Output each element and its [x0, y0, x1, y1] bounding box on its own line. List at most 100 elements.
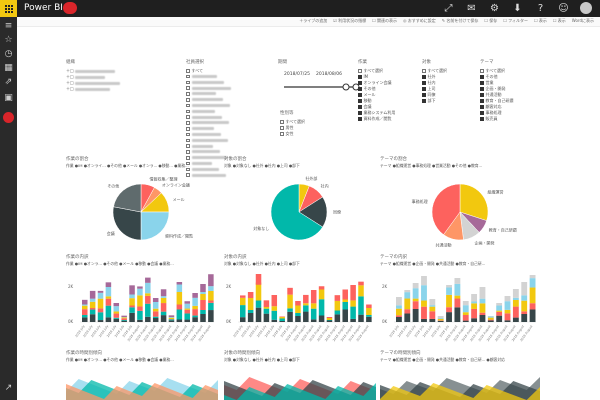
apps-icon[interactable]: ▦: [3, 63, 14, 74]
slicer-item[interactable]: ＋□: [66, 86, 176, 92]
slicer-item[interactable]: 資料作成／閲覧: [358, 116, 428, 122]
message-icon[interactable]: ✉: [465, 2, 478, 15]
bar-segment: [429, 299, 436, 306]
checkbox[interactable]: [480, 99, 484, 103]
checkbox[interactable]: [422, 75, 426, 79]
bar-segment: [521, 311, 528, 314]
bar-segment: [176, 309, 183, 320]
bar-segment: [176, 304, 183, 310]
workspace-icon[interactable]: ▣: [3, 93, 14, 104]
checkbox[interactable]: [358, 93, 362, 97]
action-item[interactable]: ＋ライブの追加: [299, 18, 327, 24]
checkbox[interactable]: [186, 98, 190, 102]
slicer-item[interactable]: 部下: [422, 98, 477, 104]
checkbox[interactable]: [280, 132, 284, 136]
work-bar-visual[interactable]: 作業の内訳 作業 ●IM ●オンラ... ●その他 ●メール ●移動 ●会議 ●…: [66, 255, 218, 355]
checkbox[interactable]: [358, 69, 362, 73]
start-date[interactable]: 2018/07/25: [284, 72, 310, 78]
checkbox[interactable]: [480, 117, 484, 121]
bar-segment: [160, 315, 167, 322]
checkbox[interactable]: [480, 87, 484, 91]
checkbox[interactable]: [358, 81, 362, 85]
checkbox[interactable]: [186, 132, 190, 137]
workspace-red-icon[interactable]: [3, 112, 14, 123]
bar-segment: [437, 316, 444, 318]
app-launcher-icon[interactable]: [0, 0, 17, 17]
bar-segment: [82, 317, 88, 322]
theme-area-visual[interactable]: テーマの時間別傾向 テーマ ●組織運営 ●企画・開発 ●共通活動 ●教育・自己研…: [380, 351, 540, 400]
checkbox[interactable]: [358, 87, 362, 91]
checkbox[interactable]: [186, 127, 190, 131]
checkbox[interactable]: [422, 99, 426, 103]
slicer-item[interactable]: 販売員: [480, 116, 550, 122]
action-item[interactable]: ◎ おすすめに設定: [403, 18, 436, 24]
end-date[interactable]: 2018/08/06: [316, 72, 342, 78]
bar-segment: [247, 310, 254, 313]
bar-segment: [152, 302, 159, 309]
feedback-icon[interactable]: ☺: [557, 2, 570, 15]
checkbox[interactable]: [480, 105, 484, 109]
download-icon[interactable]: ⬇: [511, 2, 524, 15]
star-icon[interactable]: ☆: [3, 35, 14, 46]
checkbox[interactable]: [480, 93, 484, 97]
checkbox[interactable]: [186, 144, 190, 148]
expand-icon[interactable]: ⤢: [442, 2, 455, 15]
gear-icon[interactable]: ⚙: [488, 2, 501, 15]
slicer-item-label: オンライン会議: [363, 80, 392, 85]
theme-bar-visual[interactable]: テーマの内訳 テーマ ●組織運営 ●企画・開発 ●共通活動 ●教育・自己研...…: [380, 255, 540, 355]
slicer-item[interactable]: 女性: [280, 131, 340, 137]
checkbox[interactable]: [186, 109, 190, 114]
action-item[interactable]: ☐ 表示: [534, 18, 547, 24]
checkbox[interactable]: [186, 69, 190, 73]
checkbox[interactable]: [422, 93, 426, 97]
action-item[interactable]: ✎ 名前を付けて保存: [442, 18, 479, 24]
avatar[interactable]: [580, 2, 592, 14]
checkbox[interactable]: [186, 80, 190, 85]
checkbox[interactable]: [186, 86, 190, 90]
expand-nav-icon[interactable]: ↗: [3, 383, 14, 394]
checkbox[interactable]: [358, 117, 362, 121]
checkbox[interactable]: [186, 150, 190, 154]
checkbox[interactable]: [358, 99, 362, 103]
action-item[interactable]: ☐ 表示: [553, 18, 566, 24]
action-item[interactable]: ☑ 利用状況の指標: [333, 18, 366, 24]
action-item[interactable]: ☐ 保存: [484, 18, 497, 24]
checkbox[interactable]: [186, 121, 190, 125]
target-pie-visual[interactable]: 対象の割合 対象 ●対象なし ●社外 ●社内 ●上司 ●部下 社外部 社内 同僚 対象…: [224, 157, 374, 257]
menu-icon[interactable]: ≡: [3, 21, 14, 32]
y-tick-label: 2K: [226, 284, 232, 289]
recent-icon[interactable]: ◷: [3, 49, 14, 60]
checkbox[interactable]: [480, 75, 484, 79]
checkbox[interactable]: [422, 69, 426, 73]
checkbox[interactable]: [422, 87, 426, 91]
app-title: Power BI: [24, 3, 63, 13]
checkbox[interactable]: [186, 138, 190, 143]
checkbox[interactable]: [280, 126, 284, 130]
action-item[interactable]: ☐ 関連の表示: [372, 18, 397, 24]
work-pie-visual[interactable]: 作業の割合 作業 ●IM ●オンライ... ●その他 ●メール ●オンラ... …: [66, 157, 216, 257]
checkbox[interactable]: [186, 115, 190, 119]
checkbox[interactable]: [358, 75, 362, 79]
bar-segment: [303, 311, 309, 322]
checkbox[interactable]: [358, 105, 362, 109]
checkbox[interactable]: [480, 69, 484, 73]
date-range-slider[interactable]: [282, 82, 362, 92]
checkbox[interactable]: [280, 120, 284, 124]
target-bar-visual[interactable]: 対象の内訳 対象 ●対象なし ●社外 ●社内 ●上司 ●部下 2K 0K 2018 …: [224, 255, 376, 355]
checkbox[interactable]: [186, 92, 190, 96]
checkbox[interactable]: [480, 81, 484, 85]
checkbox[interactable]: [422, 81, 426, 85]
work-area-visual[interactable]: 作業の時間別傾向 作業 ●IM ●オンラ... ●その他 ●メール ●移動 ●会…: [66, 351, 218, 400]
checkbox[interactable]: [186, 103, 190, 108]
share-icon[interactable]: ⇗: [3, 77, 14, 88]
theme-pie-visual[interactable]: テーマの割合 テーマ ●組織運営 ●事務処理 ●営業活動 ●その他 ●教育...…: [380, 157, 540, 257]
bar-segment: [404, 292, 411, 299]
help-icon[interactable]: ?: [534, 2, 547, 15]
workspace-badge[interactable]: [63, 2, 77, 14]
checkbox[interactable]: [480, 111, 484, 115]
action-item[interactable]: Wordに表示: [572, 18, 594, 24]
action-item[interactable]: ☐ フィルター: [503, 18, 528, 24]
checkbox[interactable]: [186, 74, 190, 79]
checkbox[interactable]: [358, 111, 362, 115]
target-area-visual[interactable]: 対象の時間別傾向 対象 ●対象なし ●社外 ●社内 ●上司 ●部下: [224, 351, 376, 400]
